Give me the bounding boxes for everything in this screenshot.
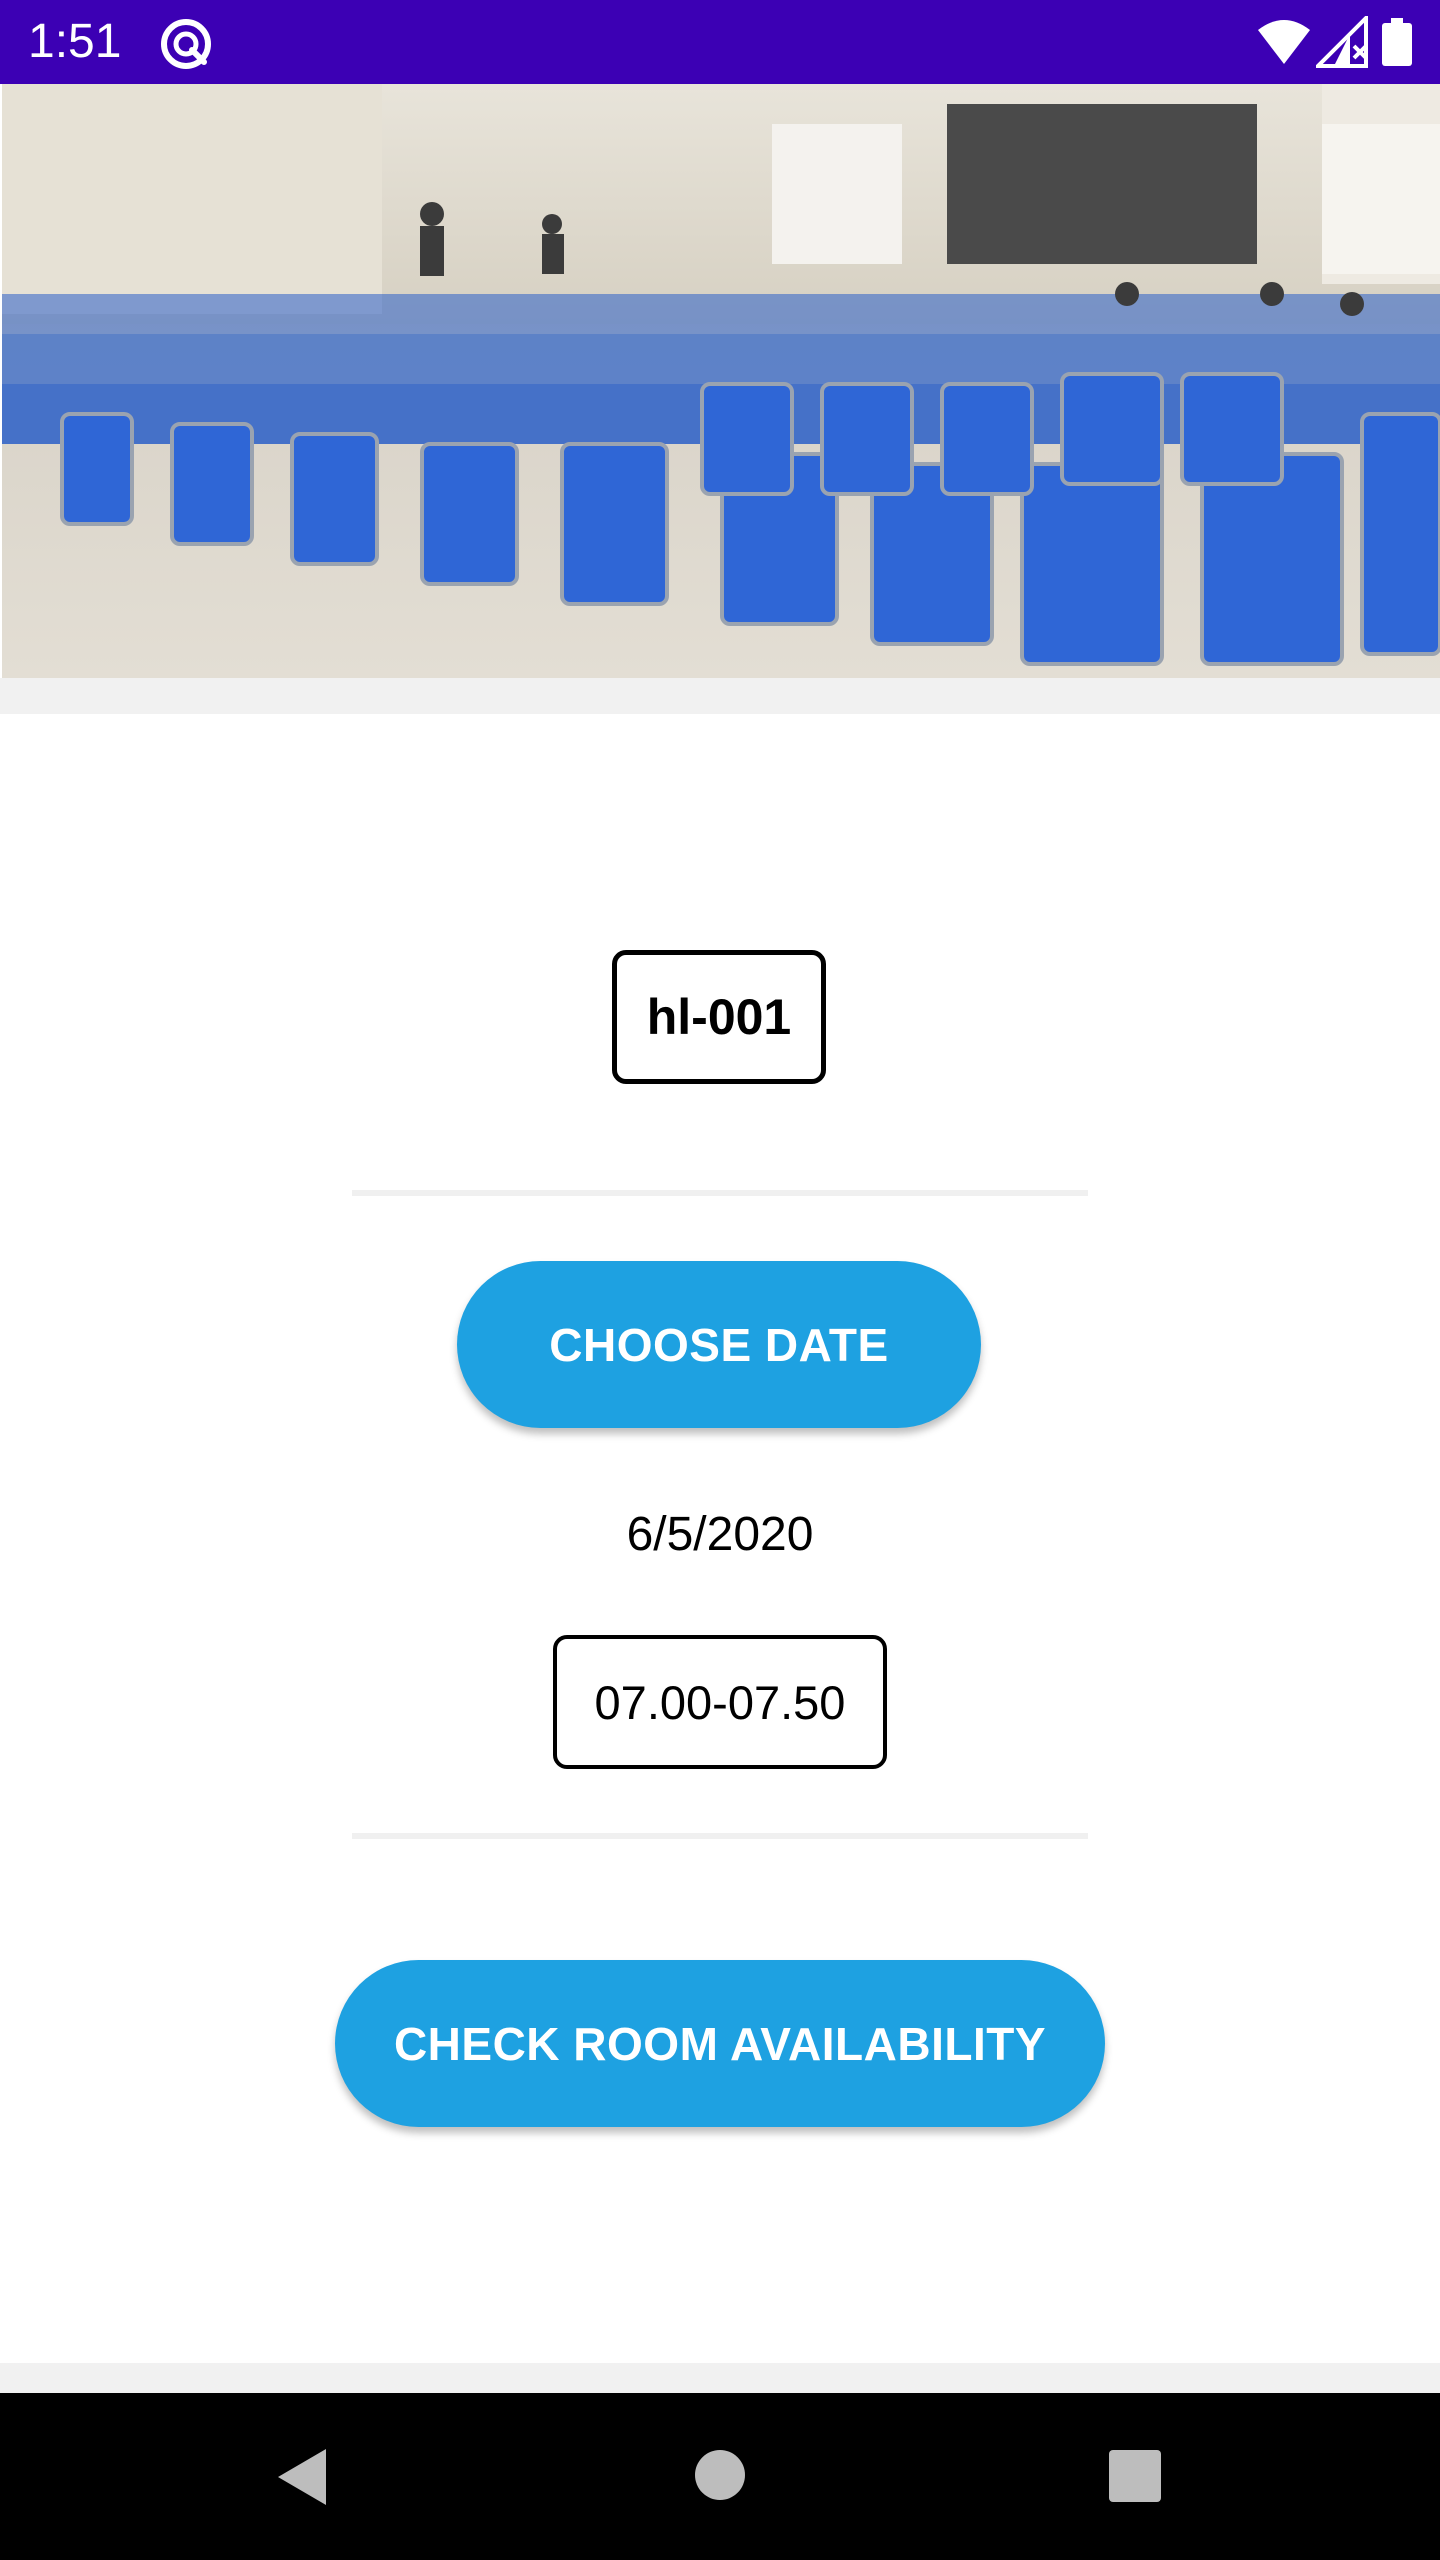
image-bottom-band (0, 678, 1440, 714)
app-notification-icon (158, 16, 214, 72)
content-bottom-band (0, 2363, 1440, 2393)
navigation-bar (0, 2393, 1440, 2560)
time-slot-selector[interactable]: 07.00-07.50 (553, 1635, 887, 1769)
wifi-icon (1256, 18, 1312, 66)
divider (352, 1190, 1088, 1196)
cell-signal-icon (1313, 13, 1372, 68)
choose-date-button[interactable]: CHOOSE DATE (457, 1261, 981, 1428)
recents-icon[interactable] (1108, 2449, 1162, 2503)
room-photo (2, 84, 1440, 678)
home-icon[interactable] (694, 2449, 746, 2501)
selected-date: 6/5/2020 (626, 1508, 814, 1561)
status-time: 1:51 (28, 15, 122, 68)
status-bar: 1:51 (0, 0, 1440, 84)
battery-icon (1382, 18, 1412, 66)
room-code-box: hl-001 (612, 950, 826, 1084)
check-room-availability-button[interactable]: CHECK ROOM AVAILABILITY (335, 1960, 1105, 2127)
back-icon[interactable] (272, 2445, 332, 2509)
divider (352, 1833, 1088, 1839)
